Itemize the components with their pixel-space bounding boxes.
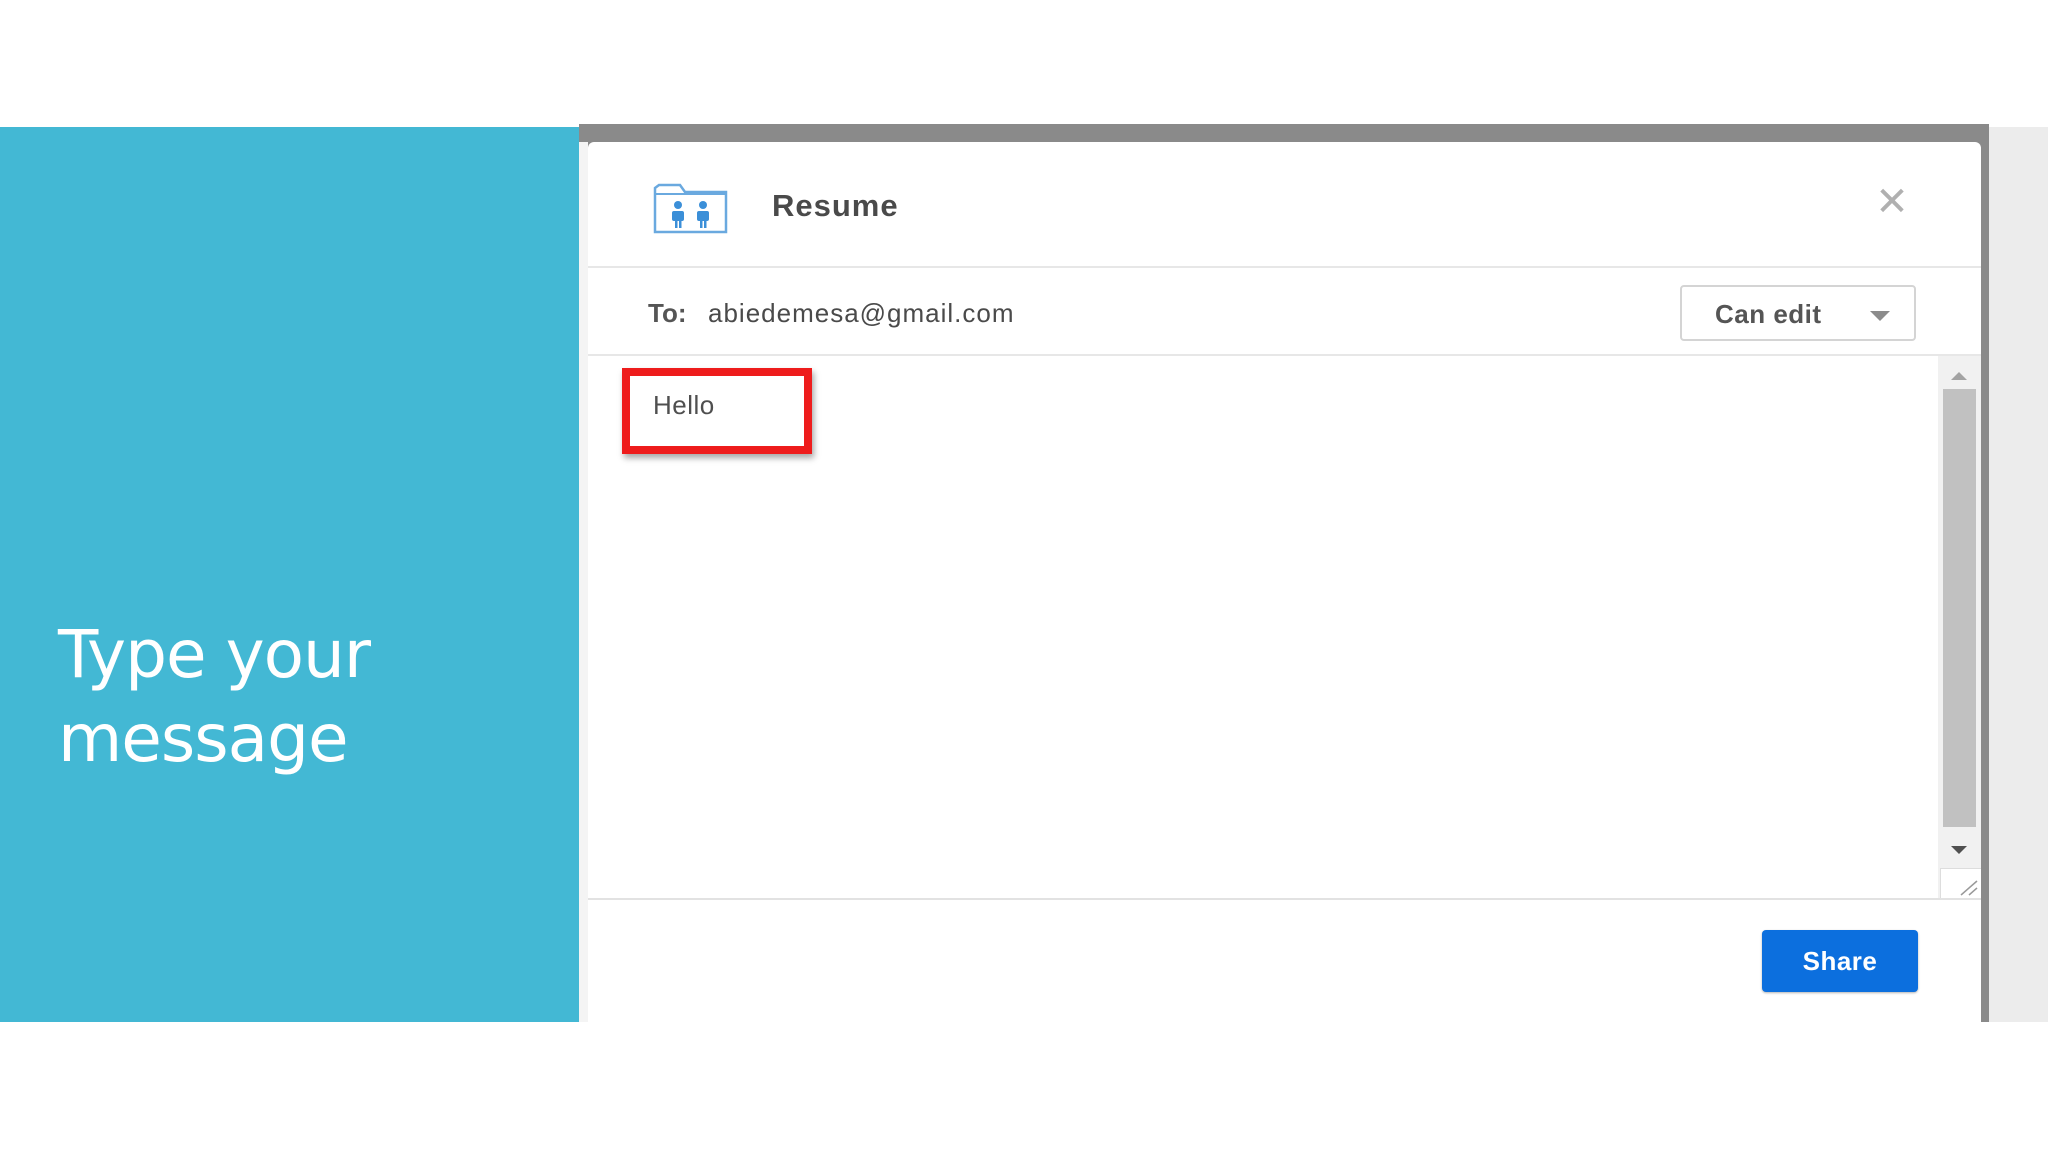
close-icon[interactable]: ✕ (1874, 182, 1910, 222)
slide-title: Type your message (58, 613, 558, 781)
slide-title-line-1: Type your (58, 616, 371, 693)
highlight-box (622, 368, 812, 454)
permission-label: Can edit (1715, 299, 1822, 329)
background-page-edge (579, 142, 588, 1022)
resize-grip-lines (1960, 880, 1978, 896)
recipient-email[interactable]: abiedemesa@gmail.com (708, 298, 1015, 329)
title-panel: Type your message (0, 127, 579, 1022)
to-label: To: (648, 298, 687, 328)
scroll-down-arrow-icon[interactable] (1951, 846, 1967, 854)
slide: Type your message Resume ✕ To: abiedemes… (0, 0, 2048, 1152)
dialog-header: Resume ✕ (588, 142, 1981, 268)
dialog-title: Resume (772, 188, 899, 223)
recipient-row: To: abiedemesa@gmail.com Can edit (588, 268, 1981, 356)
slide-title-line-2: message (58, 700, 349, 777)
share-button[interactable]: Share (1762, 930, 1918, 992)
permission-dropdown[interactable]: Can edit (1680, 285, 1916, 341)
scroll-up-arrow-icon[interactable] (1951, 372, 1967, 380)
scrollbar[interactable] (1938, 356, 1981, 898)
resize-handle-icon[interactable] (1940, 868, 1981, 898)
scroll-thumb[interactable] (1943, 389, 1976, 827)
share-dialog: Resume ✕ To: abiedemesa@gmail.com Can ed… (588, 142, 1981, 1022)
shared-folder-icon (653, 183, 728, 234)
background-page (1989, 127, 2048, 1022)
message-textarea[interactable]: Hello (588, 356, 1981, 900)
chevron-down-icon (1870, 311, 1890, 321)
